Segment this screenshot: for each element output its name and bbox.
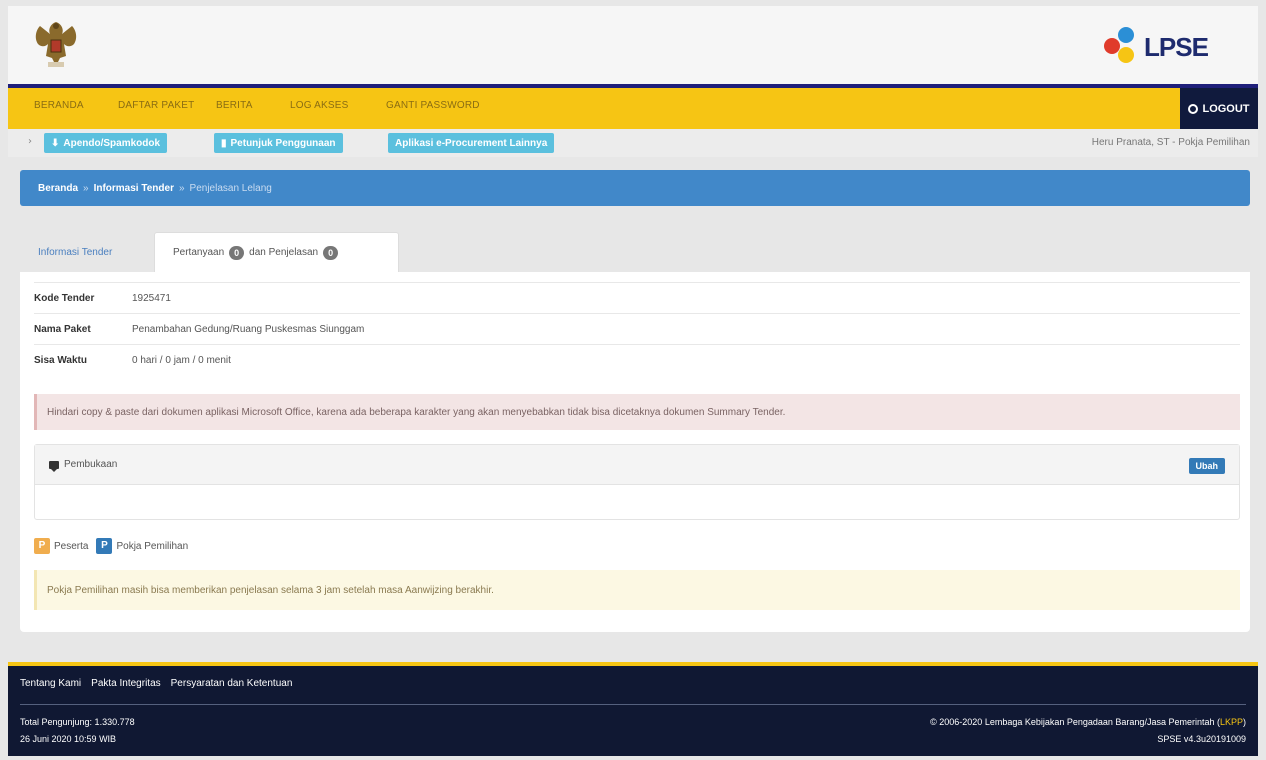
lkpp-link[interactable]: LKPP (1220, 717, 1243, 727)
power-icon (1188, 103, 1199, 114)
nav-daftar-paket[interactable]: DAFTAR PAKET (118, 100, 194, 111)
breadcrumb-separator: » (83, 182, 89, 194)
ubah-button[interactable]: Ubah (1188, 458, 1225, 474)
download-icon: ⬇ (51, 137, 60, 149)
nama-paket-value: Penambahan Gedung/Ruang Puskesmas Siungg… (132, 323, 365, 335)
lpse-hexagon-icon (1104, 27, 1134, 63)
pembukaan-label: Pembukaan (64, 459, 118, 470)
lpse-logo[interactable]: LPSE (1098, 24, 1238, 68)
breadcrumb-separator: » (178, 182, 185, 194)
copyright-text: © 2006-2020 Lembaga Kebijakan Pengadaan … (930, 714, 1246, 731)
nav-ganti-password[interactable]: GANTI PASSWORD (386, 100, 480, 111)
sisa-waktu-value: 0 hari / 0 jam / 0 menit (132, 354, 231, 366)
spse-version: SPSE v4.3u20191009 (1157, 734, 1246, 744)
nama-paket-label: Nama Paket (34, 323, 91, 335)
aplikasi-button[interactable]: Aplikasi e-Procurement Lainnya (388, 133, 555, 153)
breadcrumb-current: Penjelasan Lelang (189, 182, 272, 194)
tab-pertanyaan[interactable]: Pertanyaan 0 dan Penjelasan 0 (154, 232, 399, 272)
nama-paket-row: Nama Paket Penambahan Gedung/Ruang Puske… (34, 313, 1240, 344)
lpse-logo-text: LPSE (1144, 32, 1209, 62)
pertanyaan-count-badge: 0 (229, 245, 245, 260)
aplikasi-label: Aplikasi e-Procurement Lainnya (395, 137, 548, 149)
tab-informasi-tender[interactable]: Informasi Tender (38, 232, 112, 272)
copy-paste-warning: Hindari copy & paste dari dokumen aplika… (34, 394, 1240, 430)
pembukaan-panel: Pembukaan Ubah (34, 444, 1240, 520)
breadcrumb-home[interactable]: Beranda (38, 183, 78, 194)
apendo-label: Apendo/Spamkodok (63, 137, 161, 149)
penjelasan-count-badge: 0 (323, 245, 339, 260)
visitor-count: Total Pengunjung: 1.330.778 (20, 717, 135, 727)
header: LPSE (8, 6, 1258, 86)
footer-datetime: 26 Juni 2020 10:59 WIB (20, 734, 117, 744)
sisa-waktu-label: Sisa Waktu (34, 354, 87, 366)
tab-penjelasan-label: dan Penjelasan (249, 247, 319, 258)
kode-tender-row: Kode Tender 1925471 (34, 282, 1240, 313)
nav-berita[interactable]: BERITA (216, 100, 253, 111)
nav-beranda[interactable]: BERANDA (34, 100, 84, 111)
main-panel: Kode Tender 1925471 Nama Paket Penambaha… (20, 272, 1250, 632)
logout-label: LOGOUT (1202, 102, 1250, 115)
pokja-label: Pokja Pemilihan (116, 540, 189, 552)
kode-tender-value: 1925471 (132, 292, 171, 304)
petunjuk-button[interactable]: ▮ Petunjuk Penggunaan (214, 133, 343, 153)
comment-icon (49, 460, 59, 472)
footer: Tentang Kami Pakta Integritas Persyarata… (8, 662, 1258, 756)
footer-links: Tentang Kami Pakta Integritas Persyarata… (20, 678, 292, 689)
kode-tender-label: Kode Tender (34, 292, 95, 304)
footer-link-tentang[interactable]: Tentang Kami (20, 678, 81, 689)
copyright-end: ) (1243, 717, 1246, 727)
footer-divider (20, 704, 1246, 705)
footer-copyright: © 2006-2020 Lembaga Kebijakan Pengadaan … (930, 714, 1246, 748)
nav-log-akses[interactable]: LOG AKSES (290, 100, 349, 111)
tab-pertanyaan-label: Pertanyaan (173, 247, 225, 258)
main-navbar: BERANDA DAFTAR PAKET BERITA LOG AKSES GA… (8, 84, 1258, 129)
aanwijzing-notice: Pokja Pemilihan masih bisa memberikan pe… (34, 570, 1240, 610)
peserta-badge: P (34, 538, 50, 554)
book-icon: ▮ (221, 137, 227, 149)
garuda-emblem-icon (35, 22, 77, 67)
peserta-label: Peserta (54, 540, 89, 552)
apendo-button[interactable]: ⬇ Apendo/Spamkodok (44, 133, 168, 153)
pokja-badge: P (96, 538, 113, 554)
toolbar: › ⬇ Apendo/Spamkodok ▮ Petunjuk Pengguna… (8, 129, 1258, 157)
pembukaan-header: Pembukaan Ubah (35, 445, 1239, 485)
footer-stats: Total Pengunjung: 1.330.778 26 Juni 2020… (20, 714, 135, 748)
logout-button[interactable]: LOGOUT (1180, 88, 1258, 129)
tab-informasi-label: Informasi Tender (38, 246, 113, 258)
petunjuk-label: Petunjuk Penggunaan (230, 137, 336, 149)
footer-link-persyaratan[interactable]: Persyaratan dan Ketentuan (171, 678, 293, 689)
legend: P Peserta P Pokja Pemilihan (34, 538, 188, 554)
breadcrumb-info[interactable]: Informasi Tender (94, 183, 174, 194)
chevron-right-icon[interactable]: › (28, 136, 32, 147)
sisa-waktu-row: Sisa Waktu 0 hari / 0 jam / 0 menit (34, 344, 1240, 375)
breadcrumb: Beranda » Informasi Tender » Penjelasan … (20, 170, 1250, 206)
copyright-main: © 2006-2020 Lembaga Kebijakan Pengadaan … (930, 717, 1220, 727)
user-info: Heru Pranata, ST - Pokja Pemilihan (1091, 137, 1250, 148)
footer-link-pakta[interactable]: Pakta Integritas (91, 678, 160, 689)
